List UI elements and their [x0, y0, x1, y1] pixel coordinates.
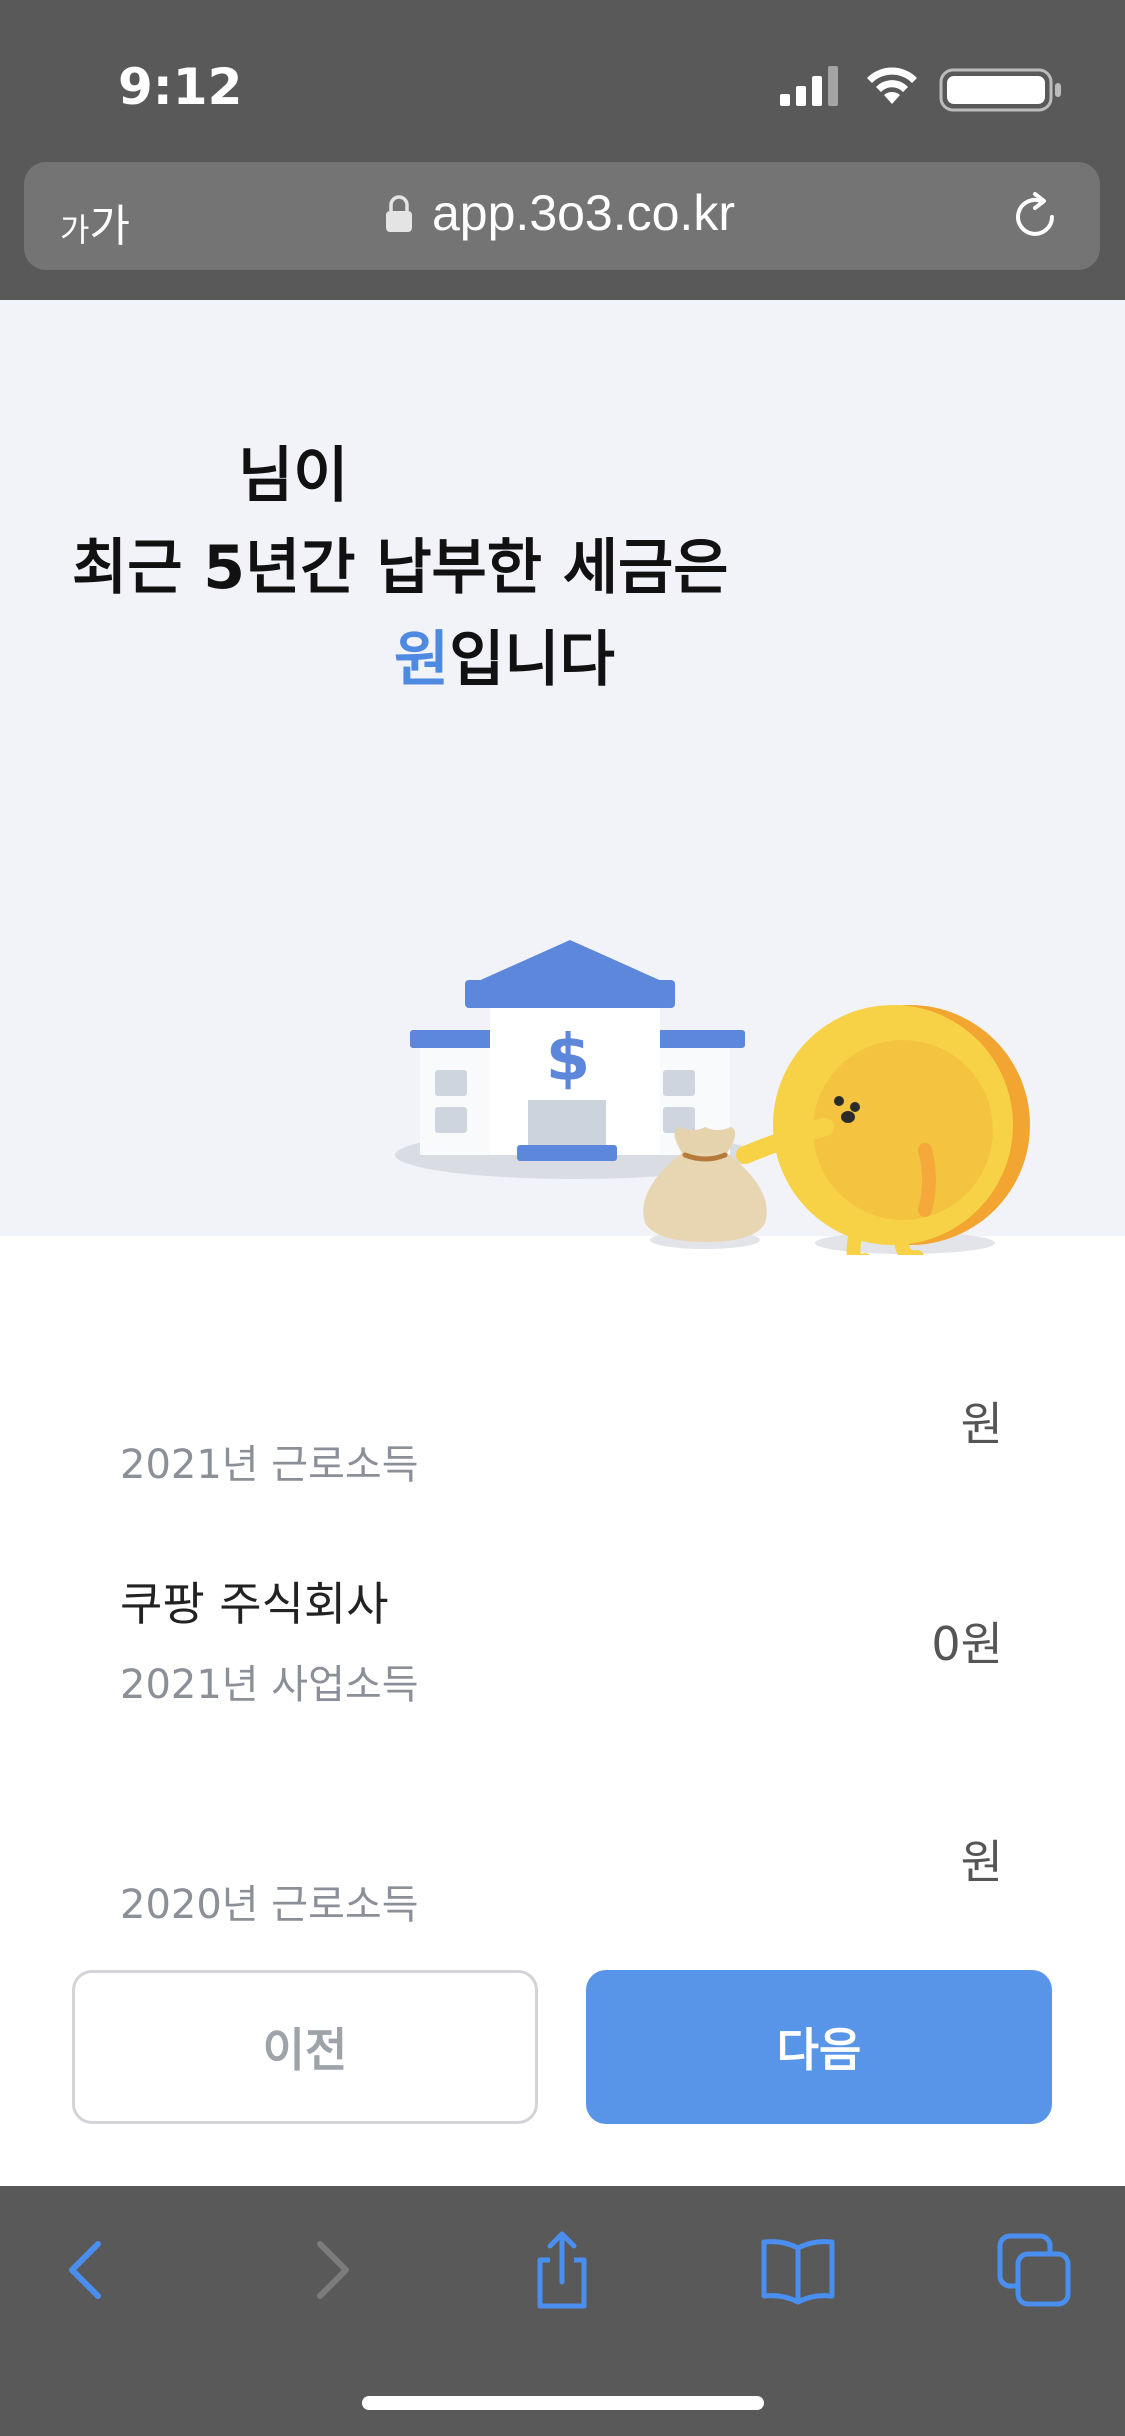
reload-icon[interactable]	[1008, 190, 1062, 244]
income-type-2021-business: 2021년 사업소득	[120, 1662, 419, 1708]
bookmarks-icon[interactable]	[758, 2230, 838, 2310]
back-icon[interactable]	[48, 2230, 128, 2310]
forward-icon	[317, 2241, 349, 2299]
income-type-2020-labor: 2020년 근로소득	[120, 1882, 419, 1928]
prev-button[interactable]: 이전	[72, 1970, 538, 2124]
next-button[interactable]: 다음	[586, 1970, 1052, 2124]
tabs-icon[interactable]	[994, 2230, 1074, 2310]
title-line-2: 최근 5년간 납부한 세금은	[72, 533, 729, 603]
text-size-small-label: 가	[60, 211, 90, 249]
tax-amount-2021-business: 0원	[931, 1617, 1003, 1671]
hero-section: 님이 최근 5년간 납부한 세금은 원입니다 $	[0, 300, 1125, 1255]
address-bar[interactable]: 가가 app.3o3.co.kr	[24, 162, 1100, 270]
home-indicator	[362, 2396, 764, 2410]
battery-icon	[939, 68, 1061, 112]
wifi-icon	[867, 67, 917, 104]
title-line-1: 님이	[238, 441, 349, 511]
text-size-large-label: 가	[89, 201, 130, 252]
title-line-3-rest: 입니다	[449, 625, 615, 695]
text-size-button[interactable]: 가가	[60, 190, 130, 254]
status-time: 9:12	[118, 58, 243, 116]
page-title: 님이 최근 5년간 납부한 세금은 원입니다	[72, 430, 728, 706]
svg-text:$: $	[546, 1022, 591, 1096]
income-type-2021-labor: 2021년 근로소득	[120, 1442, 419, 1488]
title-amount-unit: 원	[394, 625, 450, 695]
title-line-3: 원입니다	[72, 614, 728, 706]
tax-amount-2021-labor: 원	[960, 1397, 1003, 1451]
url-text[interactable]: app.3o3.co.kr	[432, 184, 735, 242]
tax-office-coin-illustration: $	[395, 940, 1030, 1255]
signal-icon	[780, 66, 838, 106]
tax-amount-2020-labor: 원	[960, 1835, 1003, 1889]
status-bar: 9:12	[0, 0, 1125, 160]
browser-address-area: 가가 app.3o3.co.kr	[0, 160, 1125, 300]
lock-icon	[386, 195, 412, 232]
share-icon[interactable]	[522, 2230, 602, 2310]
company-name-coupang: 쿠팡 주식회사	[120, 1577, 389, 1631]
